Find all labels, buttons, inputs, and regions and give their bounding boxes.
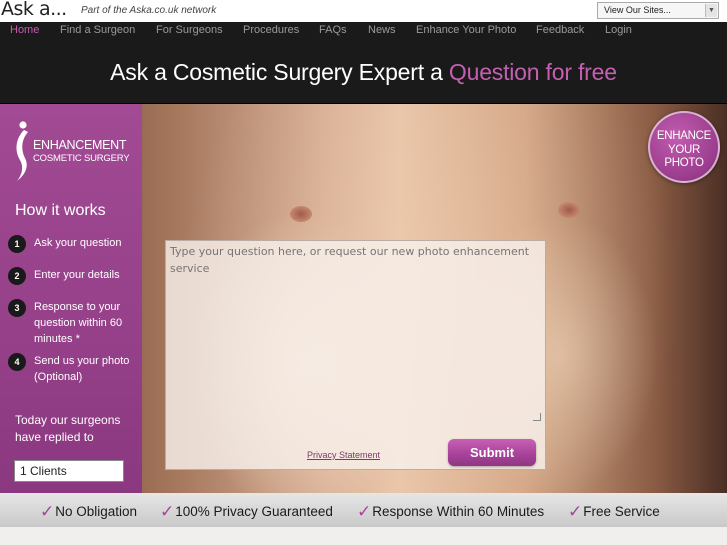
benefit-label: No Obligation [55,504,138,519]
nav-item-enhance-your-photo[interactable]: Enhance Your Photo [416,24,516,36]
badge-line: ENHANCE [656,130,712,142]
badge-line: PHOTO [664,157,704,169]
question-form: Privacy Statement Submit [165,240,546,470]
view-sites-select[interactable]: View Our Sites... ▼ [597,2,719,19]
step-text: Enter your details [34,269,120,281]
submit-button[interactable]: Submit [448,439,536,466]
question-textarea[interactable] [170,243,542,421]
nav-item-find-a-surgeon[interactable]: Find a Surgeon [60,24,135,36]
brand-name: ENHANCEMENT [33,138,127,152]
benefit-label: 100% Privacy Guaranteed [175,504,333,519]
dropdown-arrow-icon[interactable]: ▼ [705,4,717,17]
network-text: Part of the Aska.co.uk network [81,5,217,16]
step-number-badge: 2 [8,267,26,285]
aska-logo[interactable]: Ask a... [1,0,67,20]
benefit-label: Response Within 60 Minutes [372,504,545,519]
checkmark-icon: ✓ [40,502,55,521]
badge-line: YOUR [667,143,701,156]
benefits-strip: ✓No Obligation ✓100% Privacy Guaranteed … [0,493,727,527]
nav-item-home[interactable]: Home [10,24,39,36]
top-bar: Ask a... Part of the Aska.co.uk network … [0,0,727,22]
view-sites-value: View Our Sites... [604,5,671,15]
step-number-badge: 3 [8,299,26,317]
nav-item-news[interactable]: News [368,24,396,36]
step-number-badge: 1 [8,235,26,253]
step-text: Send us your photo (Optional) [34,355,130,383]
headline-highlight: Question for free [448,59,617,85]
main-nav: Home Find a Surgeon For Surgeons Procedu… [0,22,727,40]
replied-text: Today our surgeons have replied to [15,413,121,444]
headline-banner: Ask a Cosmetic Surgery Expert a Question… [0,40,727,104]
enhance-your-photo-badge[interactable]: ENHANCE YOUR PHOTO [648,111,720,183]
how-it-works-title: How it works [15,202,106,219]
checkmark-icon: ✓ [568,502,583,521]
privacy-statement-link[interactable]: Privacy Statement [307,450,380,460]
torso-detail-right [558,202,580,218]
benefit-item: ✓Free Service [568,501,660,521]
headline-main: Ask a Cosmetic Surgery Expert a [110,59,443,85]
headline: Ask a Cosmetic Surgery Expert a Question… [0,59,727,86]
enhancement-logo[interactable]: ENHANCEMENT COSMETIC SURGERY [8,116,138,186]
benefit-item: ✓100% Privacy Guaranteed [160,501,333,521]
figure-icon [16,121,28,181]
nav-item-procedures[interactable]: Procedures [243,24,299,36]
checkmark-icon: ✓ [357,502,372,521]
step-text: Response to your question within 60 minu… [34,301,123,345]
nav-item-feedback[interactable]: Feedback [536,24,584,36]
benefit-item: ✓Response Within 60 Minutes [357,501,544,521]
nav-item-faqs[interactable]: FAQs [319,24,347,36]
nav-item-login[interactable]: Login [605,24,632,36]
checkmark-icon: ✓ [160,502,175,521]
benefit-item: ✓No Obligation [40,501,137,521]
torso-detail-left [290,206,312,222]
benefit-label: Free Service [583,504,660,519]
clients-count: 1 Clients [14,460,124,482]
page-bottom [0,527,727,545]
resize-grip-icon[interactable] [533,413,541,421]
step-text: Ask your question [34,237,122,249]
nav-item-for-surgeons[interactable]: For Surgeons [156,24,223,36]
step-number-badge: 4 [8,353,26,371]
brand-tagline: COSMETIC SURGERY [33,153,130,164]
how-it-works-sidebar: ENHANCEMENT COSMETIC SURGERY How it work… [0,104,142,493]
